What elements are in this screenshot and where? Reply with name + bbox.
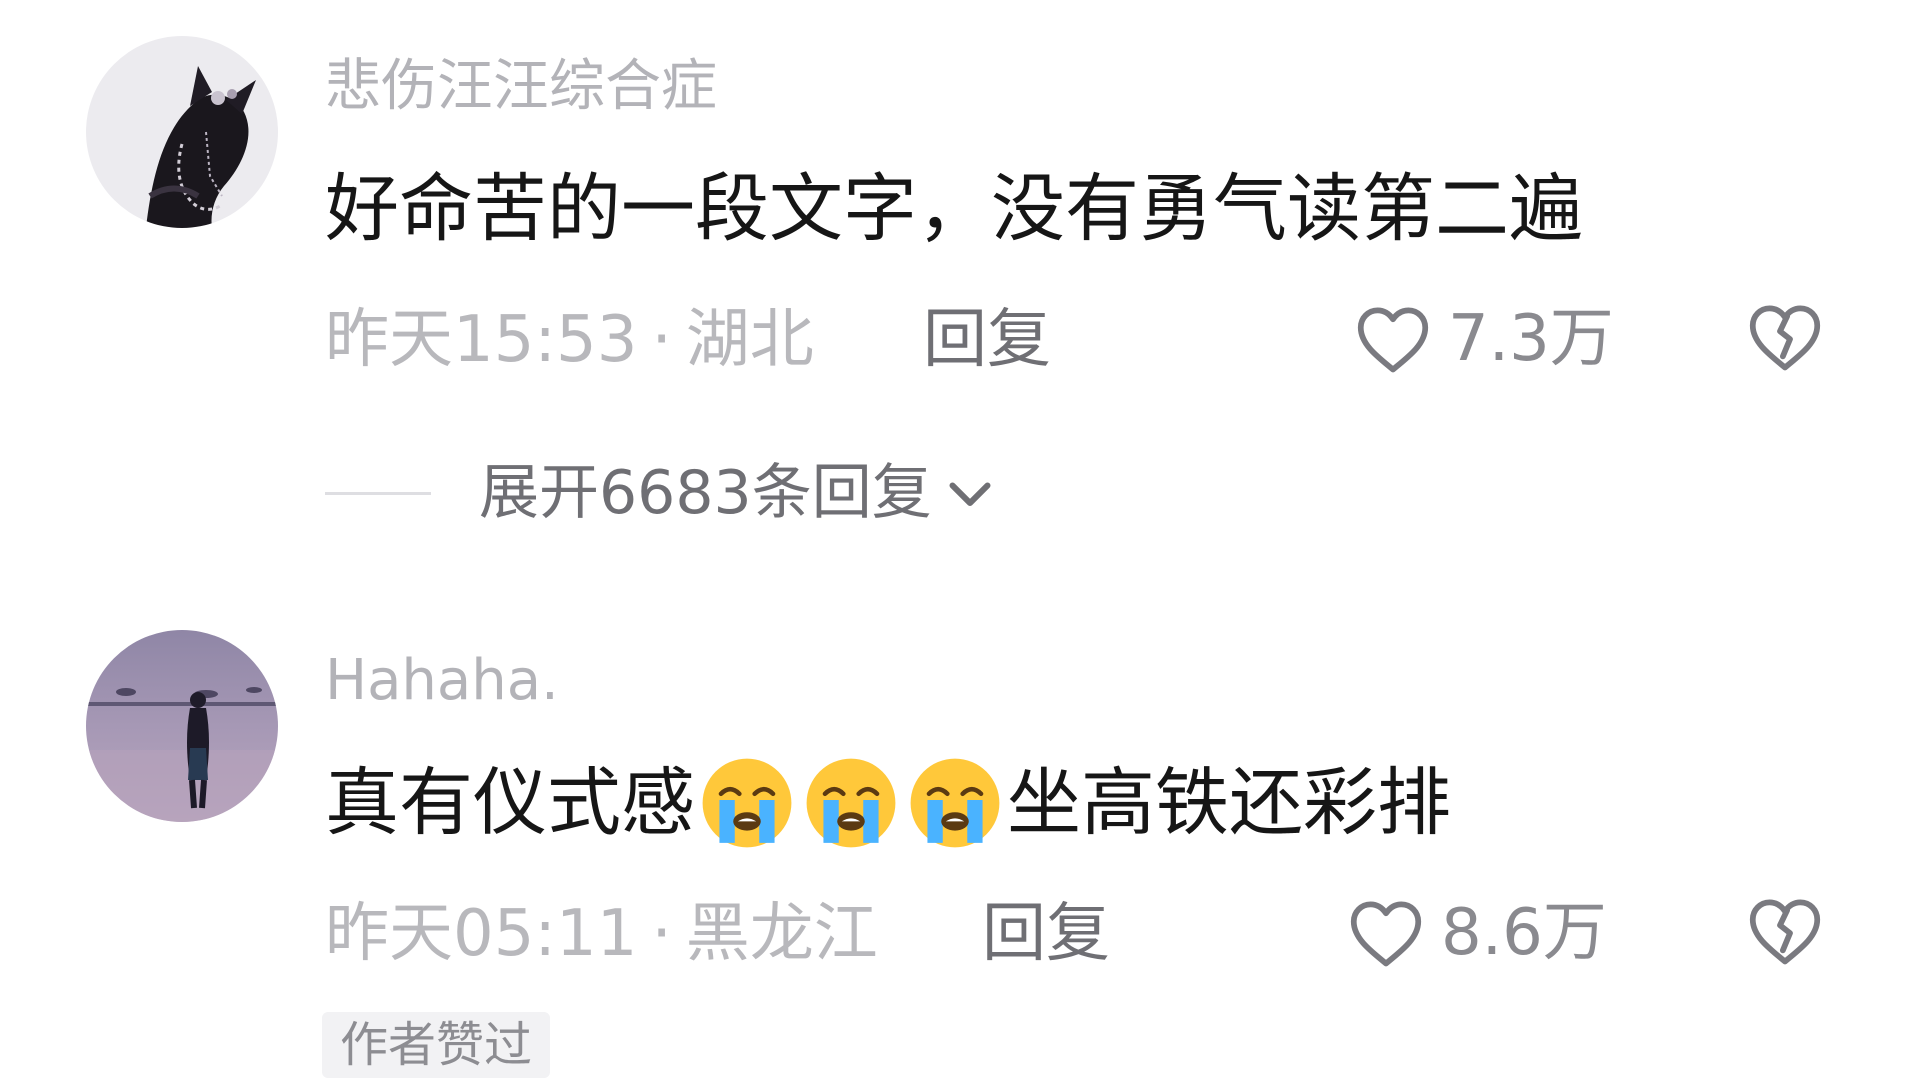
expand-divider-line <box>325 491 431 495</box>
meta-separator: · <box>651 897 672 971</box>
reply-button[interactable]: 回复 <box>923 300 1051 380</box>
comment-meta: 昨天15:53 · 湖北 <box>325 300 814 380</box>
dislike-button[interactable] <box>1742 888 1828 974</box>
comment-username[interactable]: Hahaha. <box>325 646 559 716</box>
reply-button[interactable]: 回复 <box>982 894 1110 974</box>
heart-outline-icon <box>1343 890 1429 976</box>
avatar-image <box>86 36 278 228</box>
like-count: 8.6万 <box>1441 896 1607 970</box>
meta-separator: · <box>651 303 672 377</box>
loudly-crying-face-emoji <box>698 754 796 852</box>
comment-time: 昨天05:11 <box>325 897 638 971</box>
chevron-down-icon <box>940 463 1000 523</box>
loudly-crying-face-emoji <box>906 754 1004 852</box>
like-count: 7.3万 <box>1448 302 1614 376</box>
expand-replies-label: 展开6683条回复 <box>479 458 932 528</box>
like-button[interactable]: 7.3万 <box>1350 296 1614 382</box>
avatar-image <box>86 630 278 822</box>
dislike-button[interactable] <box>1742 294 1828 380</box>
comment-text: 真有仪式感 坐高铁还彩排 <box>325 758 1451 852</box>
comment-meta: 昨天05:11 · 黑龙江 <box>325 894 878 974</box>
comment-location: 黑龙江 <box>685 897 878 971</box>
broken-heart-icon <box>1749 899 1821 965</box>
loudly-crying-face-emoji <box>802 754 900 852</box>
avatar[interactable] <box>86 36 278 228</box>
comment-text-after: 坐高铁还彩排 <box>1007 760 1451 846</box>
comment-text: 好命苦的一段文字，没有勇气读第二遍 <box>325 166 1583 252</box>
like-button[interactable]: 8.6万 <box>1343 890 1607 976</box>
author-liked-badge: 作者赞过 <box>322 1012 551 1078</box>
broken-heart-icon <box>1749 305 1821 371</box>
avatar[interactable] <box>86 630 278 822</box>
comment-location: 湖北 <box>685 303 814 377</box>
heart-outline-icon <box>1350 296 1436 382</box>
comment-text-before: 真有仪式感 <box>325 760 695 846</box>
expand-replies-button[interactable]: 展开6683条回复 <box>325 455 1000 531</box>
comment-list: 悲伤汪汪综合症 好命苦的一段文字，没有勇气读第二遍 昨天15:53 · 湖北 回复 … <box>0 0 1920 1080</box>
comment-time: 昨天15:53 <box>325 303 638 377</box>
comment-username[interactable]: 悲伤汪汪综合症 <box>325 52 717 122</box>
